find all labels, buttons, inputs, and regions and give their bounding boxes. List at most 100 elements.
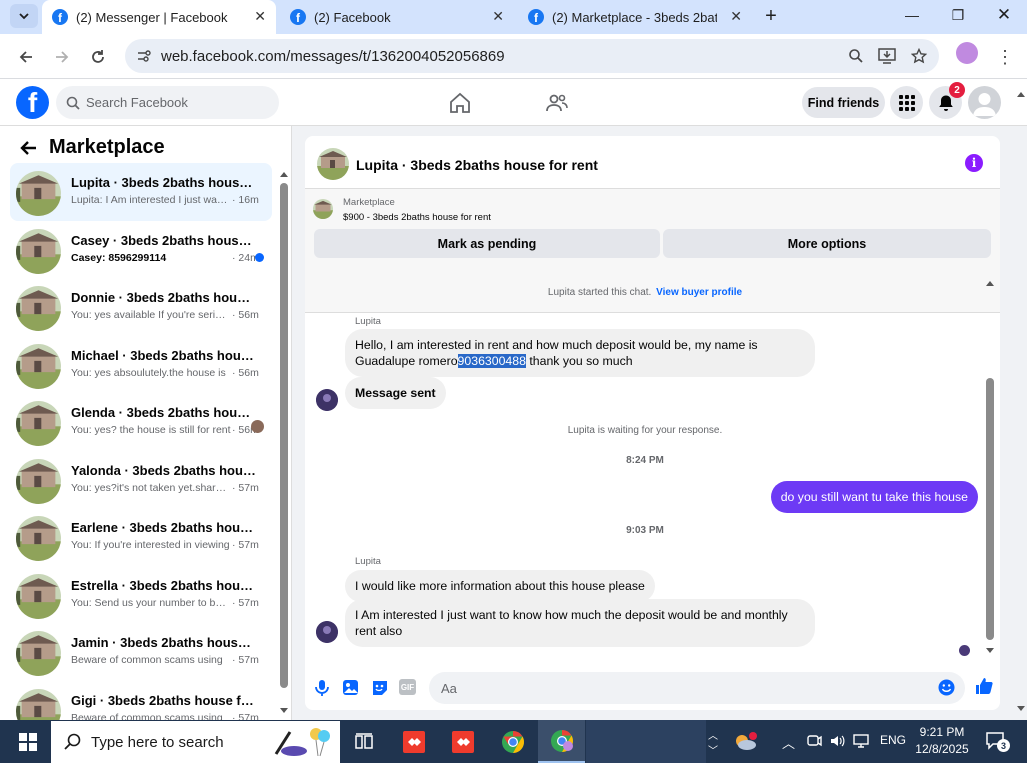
unread-dot	[255, 252, 264, 262]
seen-avatar	[251, 420, 264, 433]
arrow-left-icon	[19, 51, 32, 63]
close-tab-icon[interactable]: ✕	[730, 8, 742, 25]
reload-button[interactable]	[84, 43, 112, 71]
zoom-icon[interactable]	[848, 48, 864, 64]
conversation-name: Glenda · 3beds 2baths house for rent	[71, 405, 257, 420]
site-info-icon[interactable]	[136, 48, 152, 64]
back-arrow-icon[interactable]	[20, 140, 38, 156]
conversation-time: · 56m	[232, 309, 259, 321]
message-input[interactable]: Aa	[429, 672, 965, 704]
conversation-preview: You: yes available If you're serious	[71, 309, 231, 321]
tab-facebook[interactable]: f (2) Facebook ✕	[280, 0, 514, 34]
message-text: I Am interested I just want to know how …	[355, 608, 788, 622]
thumbs-up-icon[interactable]	[975, 677, 993, 695]
conversation-item[interactable]: Casey · 3beds 2baths house for rent Casey…	[10, 221, 272, 279]
restore-button[interactable]: ❐	[938, 4, 978, 26]
tab-messenger[interactable]: f (2) Messenger | Facebook ✕	[42, 0, 276, 34]
task-view-button[interactable]	[340, 720, 387, 763]
sender-avatar[interactable]	[316, 621, 338, 643]
taskbar-app-anydesk-1[interactable]	[390, 720, 437, 763]
chevron-up-icon: ︿	[708, 730, 718, 742]
account-avatar-button[interactable]	[968, 86, 1001, 119]
taskbar-app-anydesk-2[interactable]	[439, 720, 486, 763]
windows-taskbar: Type here to search ︿ ﹀ ︿ ENG 9:21 PM 12/…	[0, 720, 1027, 763]
incoming-message[interactable]: Message sent	[345, 377, 446, 409]
timestamp-separator: 8:24 PM	[626, 455, 664, 466]
meet-now-icon[interactable]	[806, 733, 822, 749]
gif-button[interactable]: GIF	[399, 679, 416, 695]
profile-avatar-button[interactable]	[956, 42, 978, 64]
sticker-icon[interactable]	[371, 679, 389, 697]
chevron-down-icon	[19, 13, 29, 20]
view-buyer-profile-link[interactable]: View buyer profile	[656, 287, 742, 298]
close-tab-icon[interactable]: ✕	[254, 8, 266, 25]
action-center-button[interactable]: 3	[985, 730, 1010, 752]
volume-icon[interactable]	[829, 733, 845, 749]
browser-menu-button[interactable]: ⋮	[991, 43, 1019, 71]
message-text: Hello, I am interested in rent and how m…	[355, 338, 758, 352]
tab-marketplace[interactable]: f (2) Marketplace - 3beds 2baths ✕	[518, 0, 752, 34]
phone-number-selected[interactable]: 9036300488	[457, 354, 526, 368]
conversation-item[interactable]: Donnie · 3beds 2baths house for rent You:…	[10, 278, 272, 336]
conversation-item[interactable]: Glenda · 3beds 2baths house for rent You:…	[10, 393, 272, 451]
sender-avatar[interactable]	[316, 389, 338, 411]
start-button[interactable]	[4, 720, 51, 763]
listing-thumbnail[interactable]	[317, 148, 349, 180]
notifications-button[interactable]: 2	[929, 82, 965, 119]
listing-thumbnail	[16, 228, 61, 274]
facebook-favicon-icon: f	[290, 9, 306, 25]
conversation-item[interactable]: Estrella · 3beds 2baths house for rent Yo…	[10, 566, 272, 624]
listing-small-thumbnail[interactable]	[313, 199, 333, 219]
microphone-icon[interactable]	[315, 679, 329, 697]
network-icon[interactable]	[852, 733, 870, 749]
back-button[interactable]	[12, 43, 40, 71]
notification-badge: 2	[949, 82, 965, 98]
find-friends-button[interactable]: Find friends	[802, 87, 885, 118]
language-indicator[interactable]: ENG	[880, 733, 906, 747]
incoming-message[interactable]: I Am interested I just want to know how …	[345, 599, 815, 647]
system-clock[interactable]: 9:21 PM 12/8/2025	[910, 724, 974, 758]
weather-widget[interactable]	[725, 720, 765, 763]
taskbar-overflow-arrows[interactable]: ︿ ﹀	[700, 720, 726, 763]
conversation-item[interactable]: Earlene · 3beds 2baths house for rent You…	[10, 508, 272, 566]
mark-as-pending-button[interactable]: Mark as pending	[314, 229, 660, 258]
new-tab-button[interactable]: +	[758, 4, 784, 28]
emoji-icon[interactable]	[938, 679, 955, 696]
close-window-button[interactable]: ✕	[984, 4, 1024, 26]
facebook-logo[interactable]: f	[16, 86, 49, 119]
photo-icon[interactable]	[342, 679, 360, 697]
taskbar-app-chrome-active[interactable]	[538, 720, 585, 763]
tray-show-hidden-icon[interactable]: ︿	[782, 733, 795, 752]
chrome-profile-icon	[550, 729, 573, 752]
home-nav-button[interactable]	[448, 91, 472, 115]
conversation-item[interactable]: Michael · 3beds 2baths house for rent You…	[10, 336, 272, 394]
install-app-icon[interactable]	[878, 48, 896, 64]
more-options-button[interactable]: More options	[663, 229, 991, 258]
find-friends-label: Find friends	[807, 95, 880, 110]
page-scroll-down-icon[interactable]	[1016, 705, 1026, 713]
menu-grid-button[interactable]	[890, 86, 923, 119]
taskbar-app-chrome[interactable]	[489, 720, 536, 763]
tab-search-button[interactable]	[10, 4, 38, 28]
conversation-item[interactable]: Jamin · 3beds 2baths house for rent Bewar…	[10, 623, 272, 681]
chat-scrollbar[interactable]	[985, 278, 995, 663]
conversation-item[interactable]: Yalonda · 3beds 2baths house for rent You…	[10, 451, 272, 509]
page-scroll-up-icon[interactable]	[1016, 90, 1026, 98]
search-facebook-input[interactable]: Search Facebook	[56, 86, 279, 119]
conversation-item[interactable]: Gigi · 3beds 2baths house for rent Beware…	[10, 681, 272, 720]
minimize-button[interactable]: —	[892, 4, 932, 26]
friends-nav-button[interactable]	[545, 91, 569, 115]
conversation-item[interactable]: Lupita · 3beds 2baths house for rent Lupi…	[10, 163, 272, 221]
forward-button[interactable]	[48, 43, 76, 71]
close-tab-icon[interactable]: ✕	[492, 8, 504, 25]
listing-thumbnail	[16, 286, 61, 331]
sidebar-scrollbar[interactable]	[279, 168, 289, 716]
incoming-message[interactable]: I would like more information about this…	[345, 570, 655, 602]
taskbar-search-box[interactable]: Type here to search	[51, 721, 340, 763]
chat-info-button[interactable]: i	[965, 154, 983, 172]
bookmark-star-icon[interactable]	[911, 48, 927, 64]
outgoing-message[interactable]: do you still want tu take this house	[770, 481, 978, 513]
incoming-message[interactable]: Hello, I am interested in rent and how m…	[345, 329, 815, 377]
listing-price-title[interactable]: $900 - 3beds 2baths house for rent	[343, 212, 491, 223]
address-bar[interactable]: web.facebook.com/messages/t/136200405205…	[125, 39, 939, 73]
